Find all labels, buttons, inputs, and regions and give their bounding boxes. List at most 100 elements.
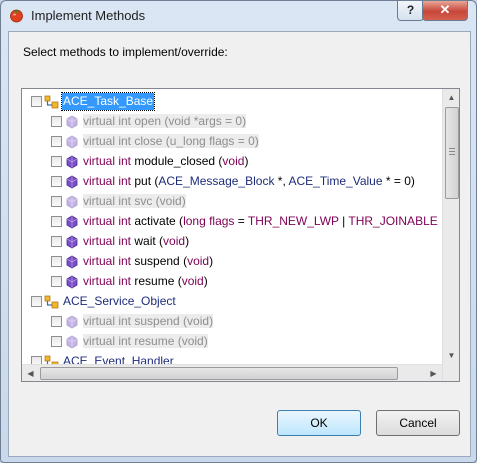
vertical-scrollbar[interactable]: ▲ ▼ bbox=[442, 89, 459, 381]
checkbox[interactable] bbox=[51, 216, 62, 227]
checkbox[interactable] bbox=[51, 256, 62, 267]
label-segment: suspend bbox=[134, 254, 180, 268]
checkbox[interactable] bbox=[51, 336, 62, 347]
implement-methods-dialog: Implement Methods ? ✕ Select methods to … bbox=[0, 0, 477, 463]
tree-row-label: virtual int activate (long flags = THR_N… bbox=[82, 213, 439, 230]
scroll-up-arrow-icon[interactable]: ▲ bbox=[443, 89, 459, 106]
label-segment: ( bbox=[155, 234, 164, 248]
label-segment: virtual int bbox=[83, 174, 135, 188]
label-segment: virtual int bbox=[83, 214, 135, 228]
tree-rows: ACE_Task_Basevirtual int open (void *arg… bbox=[22, 89, 442, 381]
grip-line bbox=[449, 154, 455, 155]
label-segment: void bbox=[222, 154, 245, 168]
checkbox[interactable] bbox=[51, 176, 62, 187]
tree-row-label: virtual int open (void *args = 0) bbox=[82, 113, 247, 130]
label-segment: * = 0) bbox=[382, 174, 415, 188]
ok-button[interactable]: OK bbox=[277, 410, 361, 436]
tree-row-label: ACE_Service_Object bbox=[62, 293, 177, 310]
label-segment: virtual int bbox=[83, 254, 135, 268]
label-segment: activate bbox=[134, 214, 176, 228]
scroll-down-arrow-icon[interactable]: ▼ bbox=[443, 347, 459, 364]
class-hierarchy-icon bbox=[44, 294, 60, 310]
label-segment: ) bbox=[209, 254, 214, 268]
tree-row-label: virtual int svc (void) bbox=[82, 193, 187, 210]
cancel-button[interactable]: Cancel bbox=[376, 410, 460, 436]
checkbox[interactable] bbox=[31, 96, 42, 107]
label-segment: virtual int svc (void) bbox=[83, 194, 186, 208]
method-icon bbox=[64, 254, 80, 270]
method-icon bbox=[64, 134, 80, 150]
label-segment: resume bbox=[134, 274, 175, 288]
label-segment: virtual int close (u_long flags = 0) bbox=[83, 134, 259, 148]
method-icon bbox=[64, 234, 80, 250]
label-segment: long flags bbox=[183, 214, 235, 228]
checkbox[interactable] bbox=[51, 276, 62, 287]
checkbox[interactable] bbox=[51, 196, 62, 207]
tree-row-label: ACE_Task_Base bbox=[60, 92, 156, 111]
tree-row-label: virtual int close (u_long flags = 0) bbox=[82, 133, 260, 150]
method-tree: ACE_Task_Basevirtual int open (void *arg… bbox=[21, 88, 460, 382]
title-bar[interactable]: Implement Methods ? ✕ bbox=[1, 1, 476, 31]
checkbox[interactable] bbox=[51, 116, 62, 127]
tree-row-label: virtual int wait (void) bbox=[82, 233, 190, 250]
label-segment: = bbox=[234, 214, 248, 228]
close-button[interactable]: ✕ bbox=[422, 1, 468, 21]
label-segment: *, bbox=[274, 174, 289, 188]
label-segment: ( bbox=[179, 254, 188, 268]
grip-line bbox=[449, 148, 455, 149]
vertical-scroll-thumb[interactable] bbox=[445, 107, 459, 199]
method-icon bbox=[64, 214, 80, 230]
label-segment: ( bbox=[174, 274, 182, 288]
tree-row-label: virtual int resume (void) bbox=[82, 333, 209, 350]
checkbox[interactable] bbox=[51, 156, 62, 167]
label-segment: virtual int bbox=[83, 274, 135, 288]
method-icon bbox=[64, 114, 80, 130]
label-segment: wait bbox=[134, 234, 156, 248]
method-icon bbox=[64, 314, 80, 330]
tree-row-label: virtual int module_closed (void) bbox=[82, 153, 249, 170]
tree-row-label: virtual int put (ACE_Message_Block *, AC… bbox=[82, 173, 416, 190]
label-segment: | bbox=[338, 214, 349, 228]
checkbox[interactable] bbox=[51, 136, 62, 147]
checkbox[interactable] bbox=[31, 296, 42, 307]
method-icon bbox=[64, 154, 80, 170]
label-segment: ) bbox=[244, 154, 249, 168]
tomato-app-icon bbox=[10, 9, 23, 23]
label-segment: module_closed bbox=[134, 154, 216, 168]
method-icon bbox=[64, 274, 80, 290]
label-segment: virtual int bbox=[83, 234, 135, 248]
label-segment: void bbox=[187, 254, 210, 268]
label-segment: virtual int bbox=[83, 154, 135, 168]
label-segment: void bbox=[181, 274, 204, 288]
tree-row-label: virtual int suspend (void) bbox=[82, 313, 214, 330]
method-icon bbox=[64, 334, 80, 350]
horizontal-scroll-thumb[interactable] bbox=[40, 367, 398, 380]
checkbox[interactable] bbox=[51, 236, 62, 247]
label-segment: THR_NEW_LWP bbox=[247, 214, 339, 228]
tree-row-label: virtual int resume (void) bbox=[82, 273, 209, 290]
label-segment: ) bbox=[203, 274, 208, 288]
window-title: Implement Methods bbox=[31, 8, 146, 23]
scroll-right-arrow-icon[interactable]: ▶ bbox=[425, 365, 442, 381]
label-segment: THR_JOINABLE bbox=[348, 214, 438, 228]
label-segment: ( bbox=[175, 214, 184, 228]
prompt-label: Select methods to implement/override: bbox=[23, 45, 228, 59]
help-button[interactable]: ? bbox=[397, 1, 424, 21]
label-segment: virtual int suspend (void) bbox=[83, 314, 214, 328]
tree-row-label: virtual int suspend (void) bbox=[82, 253, 214, 270]
label-segment: virtual int resume (void) bbox=[83, 334, 208, 348]
horizontal-scrollbar[interactable]: ◀ ▶ bbox=[22, 364, 442, 381]
method-icon bbox=[64, 194, 80, 210]
label-segment: ) bbox=[185, 234, 190, 248]
class-hierarchy-icon bbox=[44, 94, 60, 110]
checkbox[interactable] bbox=[51, 316, 62, 327]
scroll-left-arrow-icon[interactable]: ◀ bbox=[22, 365, 39, 381]
label-segment: put bbox=[134, 174, 152, 188]
grip-line bbox=[449, 151, 455, 152]
label-segment: virtual int open (void *args = 0) bbox=[83, 114, 247, 128]
label-segment: ACE_Task_Base bbox=[63, 94, 154, 108]
label-segment: ACE_Message_Block bbox=[158, 174, 275, 188]
method-icon bbox=[64, 174, 80, 190]
label-segment: void bbox=[163, 234, 186, 248]
label-segment: ACE_Time_Value bbox=[288, 174, 383, 188]
